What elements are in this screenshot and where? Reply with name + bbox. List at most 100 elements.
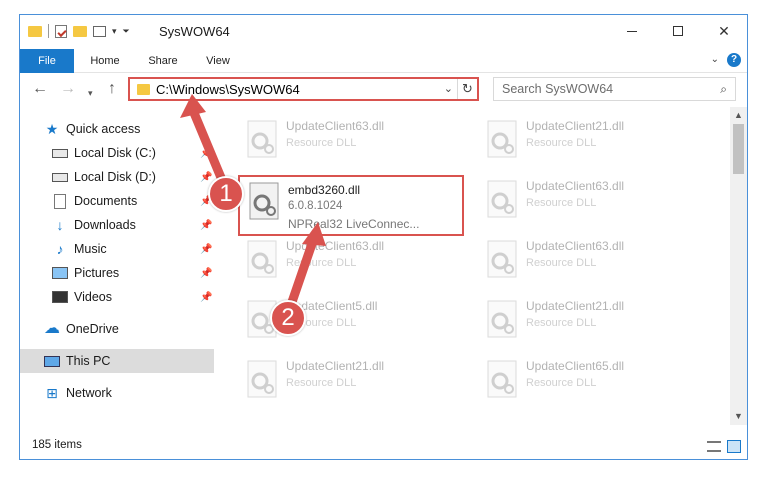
drive-icon xyxy=(52,173,68,182)
search-icon[interactable]: ⌕ xyxy=(720,82,727,97)
sidebar-item-onedrive[interactable]: ☁ OneDrive xyxy=(20,317,214,341)
computer-icon xyxy=(44,355,60,367)
view-icon[interactable] xyxy=(93,25,106,37)
file-name: UpdateClient63.dll xyxy=(286,119,385,133)
dll-file-icon xyxy=(487,240,517,278)
list-item[interactable]: UpdateClient63.dll Resource DLL xyxy=(478,175,708,231)
file-version: 6.0.8.1024 xyxy=(288,200,343,212)
star-icon: ★ xyxy=(45,121,59,137)
close-button[interactable]: ✕ xyxy=(701,15,747,47)
file-type: Resource DLL xyxy=(286,137,357,149)
list-item[interactable]: UpdateClient21.dll Resource DLL xyxy=(478,295,708,351)
sidebar-item-quick-access[interactable]: ★ Quick access xyxy=(20,117,214,141)
dll-file-icon xyxy=(247,240,277,278)
tab-share[interactable]: Share xyxy=(140,49,186,73)
sidebar-item-videos[interactable]: Videos 📌 xyxy=(20,285,214,309)
back-arrow-icon[interactable]: ← xyxy=(32,81,48,97)
pin-icon[interactable]: 📌 xyxy=(200,268,212,279)
network-icon: ⊞ xyxy=(46,385,58,401)
sidebar-item-music[interactable]: ♪ Music 📌 xyxy=(20,237,214,261)
file-name: embd3260.dll xyxy=(288,183,361,197)
videos-icon xyxy=(52,291,68,303)
pin-icon[interactable]: 📌 xyxy=(200,244,212,255)
sidebar-item-label: Documents xyxy=(74,194,138,208)
address-path[interactable]: C:\Windows\SysWOW64 xyxy=(156,82,300,97)
sidebar-item-label: Local Disk (C:) xyxy=(74,146,156,160)
file-explorer-window: ▾ ⏷ SysWOW64 ✕ File Home Share View ⌄ ? … xyxy=(19,14,748,460)
large-icons-view-icon[interactable] xyxy=(727,440,741,453)
pin-icon[interactable]: 📌 xyxy=(200,172,212,183)
search-input[interactable]: Search SysWOW64 ⌕ xyxy=(493,77,736,101)
toolbar-separator xyxy=(48,24,49,38)
sidebar-item-label: Local Disk (D:) xyxy=(74,170,156,184)
cloud-icon: ☁ xyxy=(44,320,60,337)
list-item[interactable]: UpdateClient21.dll Resource DLL xyxy=(478,115,708,171)
navigation-bar: ← → ▾ ↑ C:\Windows\SysWOW64 ⌄ ↻ Search S… xyxy=(20,73,747,107)
dll-file-icon xyxy=(487,300,517,338)
customize-toolbar-icon[interactable]: ⏷ xyxy=(123,26,130,37)
ribbon-tabs: File Home Share View ⌄ ? xyxy=(20,49,747,73)
window-title: SysWOW64 xyxy=(159,24,230,39)
details-view-icon[interactable] xyxy=(707,441,721,452)
title-bar: ▾ ⏷ SysWOW64 ✕ xyxy=(20,15,747,49)
maximize-icon xyxy=(673,26,683,36)
help-icon[interactable]: ? xyxy=(727,53,741,67)
new-folder-icon[interactable] xyxy=(73,25,87,37)
folder-icon[interactable] xyxy=(28,25,42,37)
properties-icon[interactable] xyxy=(55,24,67,38)
scroll-up-icon[interactable]: ▲ xyxy=(730,107,747,124)
sidebar-item-network[interactable]: ⊞ Network xyxy=(20,381,214,405)
chevron-down-icon[interactable]: ▾ xyxy=(112,26,117,37)
scroll-thumb[interactable] xyxy=(733,124,744,174)
quick-access-toolbar: ▾ ⏷ xyxy=(28,24,130,38)
sidebar-item-label: Pictures xyxy=(74,266,120,280)
sidebar-item-local-disk-d[interactable]: Local Disk (D:) 📌 xyxy=(20,165,214,189)
sidebar-item-this-pc[interactable]: This PC xyxy=(20,349,214,373)
file-name: UpdateClient63.dll xyxy=(526,239,625,253)
music-icon: ♪ xyxy=(56,241,64,257)
pin-icon[interactable]: 📌 xyxy=(200,292,212,303)
scroll-down-icon[interactable]: ▼ xyxy=(730,408,747,425)
tab-view[interactable]: View xyxy=(198,49,238,73)
file-list: UpdateClient63.dll Resource DLL UpdateCl… xyxy=(216,107,730,425)
file-type: Resource DLL xyxy=(286,377,357,389)
sidebar-item-label: Network xyxy=(66,386,112,400)
highlighted-file-item[interactable]: embd3260.dll 6.0.8.1024 NPReal32 LiveCon… xyxy=(238,175,464,236)
pictures-icon xyxy=(52,267,68,279)
list-item[interactable]: UpdateClient21.dll Resource DLL xyxy=(238,355,468,411)
up-arrow-icon[interactable]: ↑ xyxy=(108,81,116,97)
vertical-scrollbar[interactable]: ▲ ▼ xyxy=(730,107,747,425)
maximize-button[interactable] xyxy=(655,15,701,47)
status-bar: 185 items xyxy=(20,435,747,459)
address-bar[interactable]: C:\Windows\SysWOW64 ⌄ ↻ xyxy=(128,77,479,101)
tab-file[interactable]: File xyxy=(20,49,74,73)
dll-file-icon xyxy=(487,120,517,158)
file-name: UpdateClient21.dll xyxy=(286,359,385,373)
chevron-down-icon[interactable]: ⌄ xyxy=(444,82,453,95)
dll-file-icon xyxy=(487,180,517,218)
expand-ribbon-icon[interactable]: ⌄ xyxy=(711,54,719,65)
list-item[interactable]: UpdateClient63.dll Resource DLL xyxy=(478,235,708,291)
sidebar-item-documents[interactable]: Documents 📌 xyxy=(20,189,214,213)
sidebar-item-label: Downloads xyxy=(74,218,136,232)
file-name: UpdateClient63.dll xyxy=(526,179,625,193)
file-type: Resource DLL xyxy=(526,137,597,149)
list-item[interactable]: UpdateClient65.dll Resource DLL xyxy=(478,355,708,411)
refresh-icon[interactable]: ↻ xyxy=(457,79,477,99)
sidebar-item-downloads[interactable]: ↓ Downloads 📌 xyxy=(20,213,214,237)
list-item[interactable]: UpdateClient63.dll Resource DLL xyxy=(238,115,468,171)
pin-icon[interactable]: 📌 xyxy=(200,148,212,159)
pin-icon[interactable]: 📌 xyxy=(200,220,212,231)
file-type: Resource DLL xyxy=(526,377,597,389)
minimize-button[interactable] xyxy=(609,15,655,47)
item-count: 185 items xyxy=(32,439,82,451)
tab-home[interactable]: Home xyxy=(82,49,128,73)
recent-locations-icon[interactable]: ▾ xyxy=(88,85,93,101)
list-item[interactable]: UpdateClient63.dll Resource DLL xyxy=(238,235,468,291)
sidebar-item-local-disk-c[interactable]: Local Disk (C:) 📌 xyxy=(20,141,214,165)
sidebar-item-pictures[interactable]: Pictures 📌 xyxy=(20,261,214,285)
close-icon: ✕ xyxy=(718,22,730,39)
file-type: Resource DLL xyxy=(526,317,597,329)
forward-arrow-icon[interactable]: → xyxy=(60,81,76,97)
navigation-pane: ★ Quick access Local Disk (C:) 📌 Local D… xyxy=(20,107,214,425)
